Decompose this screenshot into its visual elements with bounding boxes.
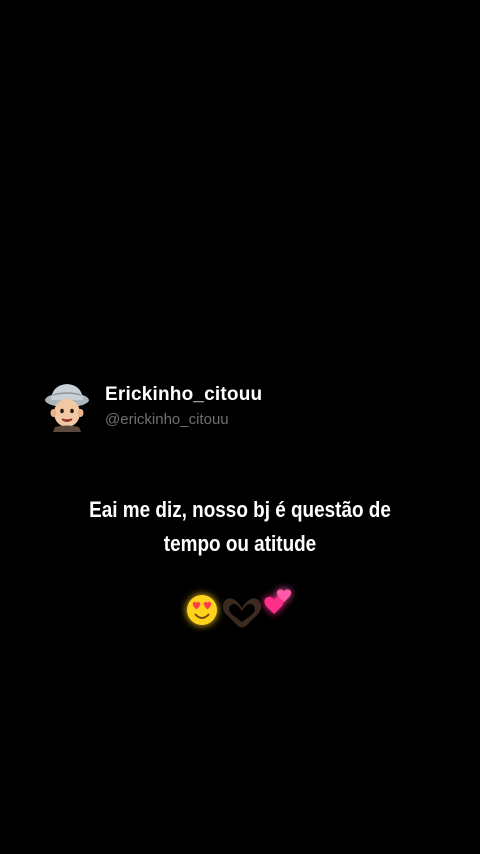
story-screen: Erickinho_citouu @erickinho_citouu Eai m… (0, 0, 480, 854)
avatar (43, 380, 91, 432)
two-hearts-icon (264, 589, 292, 614)
author-info: Erickinho_citouu @erickinho_citouu (105, 383, 262, 430)
username-handle: @erickinho_citouu (105, 410, 229, 428)
post-author: Erickinho_citouu @erickinho_citouu (43, 380, 262, 432)
post-text: Eai me diz, nosso bj é questão de tempo … (89, 497, 391, 556)
smiling-face-with-heart-eyes-icon (187, 595, 217, 625)
memoji-avatar-icon (45, 384, 89, 432)
emoji-row (180, 582, 304, 634)
heart-hands-icon (222, 598, 262, 628)
display-name: Erickinho_citouu (105, 383, 263, 405)
